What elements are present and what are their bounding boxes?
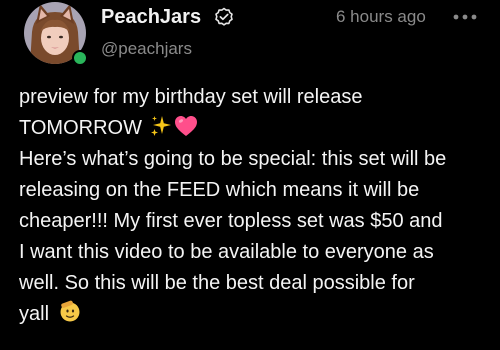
post-text-line: I want this video to be available to eve… (19, 241, 434, 263)
post-text-line: yall (19, 303, 50, 325)
verified-badge-icon (215, 7, 233, 26)
author-display-name[interactable]: PeachJars (101, 4, 201, 30)
post-text-line: cheaper!!! My first ever topless set was… (19, 210, 443, 232)
post-text-line-with-emoji: yall (19, 299, 489, 330)
post-card: PeachJars @peachjars 6 hours ago preview… (0, 0, 500, 350)
post-timestamp[interactable]: 6 hours ago (336, 6, 426, 28)
pink-heart-icon (174, 116, 197, 136)
saluting-face-icon (60, 300, 80, 322)
sparkles-icon (150, 116, 171, 136)
post-text-line: TOMORROW (19, 117, 142, 139)
post-text-line-with-emoji: TOMORROW (19, 113, 489, 144)
author-handle[interactable]: @peachjars (101, 38, 192, 60)
post-text-line: releasing on the FEED which means it wil… (19, 179, 420, 201)
avatar[interactable] (24, 2, 88, 66)
post-text-line: preview for my birthday set will release (19, 86, 363, 108)
post-body: preview for my birthday set will release… (19, 82, 489, 330)
post-text-line: well. So this will be the best deal poss… (19, 272, 415, 294)
post-text-line: Here’s what’s going to be special: this … (19, 148, 447, 170)
online-status-dot (72, 50, 88, 66)
more-options-icon[interactable] (452, 10, 478, 24)
